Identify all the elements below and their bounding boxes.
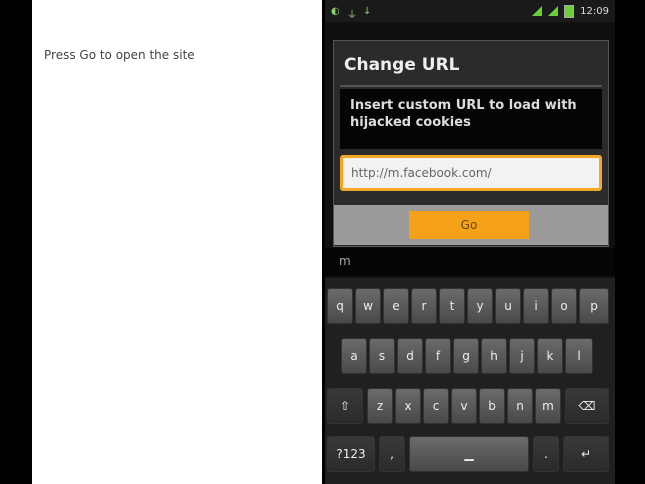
key-x[interactable]: x [395,388,421,424]
dialog-button-bar: Go [334,205,608,245]
key-i[interactable]: i [523,288,549,324]
key-b[interactable]: b [479,388,505,424]
url-input[interactable] [340,155,602,191]
key-s[interactable]: s [369,338,395,374]
space-icon: ▁ [464,447,474,461]
dialog-title: Change URL [344,55,460,75]
key-k[interactable]: k [537,338,563,374]
shift-icon: ⇧ [339,399,351,413]
key-g[interactable]: g [453,338,479,374]
change-url-dialog: Change URL Insert custom URL to load wit… [333,40,609,247]
key-n[interactable]: n [507,388,533,424]
key-v[interactable]: v [451,388,477,424]
wifi-icon [548,6,559,16]
space-key[interactable]: ▁ [409,436,529,472]
clock: 12:09 [580,5,609,17]
key-h[interactable]: h [481,338,507,374]
dialog-divider [340,85,602,87]
key-period[interactable]: . [533,436,559,472]
key-t[interactable]: t [439,288,465,324]
phone-screen: ◐ ⏚ ↓ 12:09 Change URL Insert custom URL… [325,0,615,484]
key-a[interactable]: a [341,338,367,374]
key-z[interactable]: z [367,388,393,424]
key-r[interactable]: r [411,288,437,324]
signal-icon [532,6,543,16]
backspace-icon: ⌫ [578,399,596,413]
suggestion-bar: m [325,248,615,276]
key-f[interactable]: f [425,338,451,374]
key-d[interactable]: d [397,338,423,374]
usb-icon: ⏚ [347,10,357,21]
symbols-key[interactable]: ?123 [327,436,375,472]
key-j[interactable]: j [509,338,535,374]
suggestion-item[interactable]: m [339,254,351,268]
enter-icon: ↵ [580,447,592,461]
key-y[interactable]: y [467,288,493,324]
instruction-text: Press Go to open the site [44,48,195,62]
shift-key[interactable]: ⇧ [327,388,363,424]
key-c[interactable]: c [423,388,449,424]
key-p[interactable]: p [579,288,609,324]
battery-icon [564,4,575,18]
key-l[interactable]: l [565,338,593,374]
web-content-panel [32,0,322,484]
dialog-message: Insert custom URL to load with hijacked … [350,98,577,130]
key-w[interactable]: w [355,288,381,324]
key-comma[interactable]: , [379,436,405,472]
soft-keyboard: q w e r t y u i o p a s d f g h j k l ⇧ … [325,278,615,484]
enter-key[interactable]: ↵ [563,436,609,472]
download-icon: ↓ [363,6,372,17]
backspace-key[interactable]: ⌫ [565,388,609,424]
key-e[interactable]: e [383,288,409,324]
key-q[interactable]: q [327,288,353,324]
key-u[interactable]: u [495,288,521,324]
go-button[interactable]: Go [409,211,529,239]
notification-icon: ◐ [331,6,340,17]
key-m[interactable]: m [535,388,561,424]
key-o[interactable]: o [551,288,577,324]
status-bar: ◐ ⏚ ↓ 12:09 [325,0,615,22]
